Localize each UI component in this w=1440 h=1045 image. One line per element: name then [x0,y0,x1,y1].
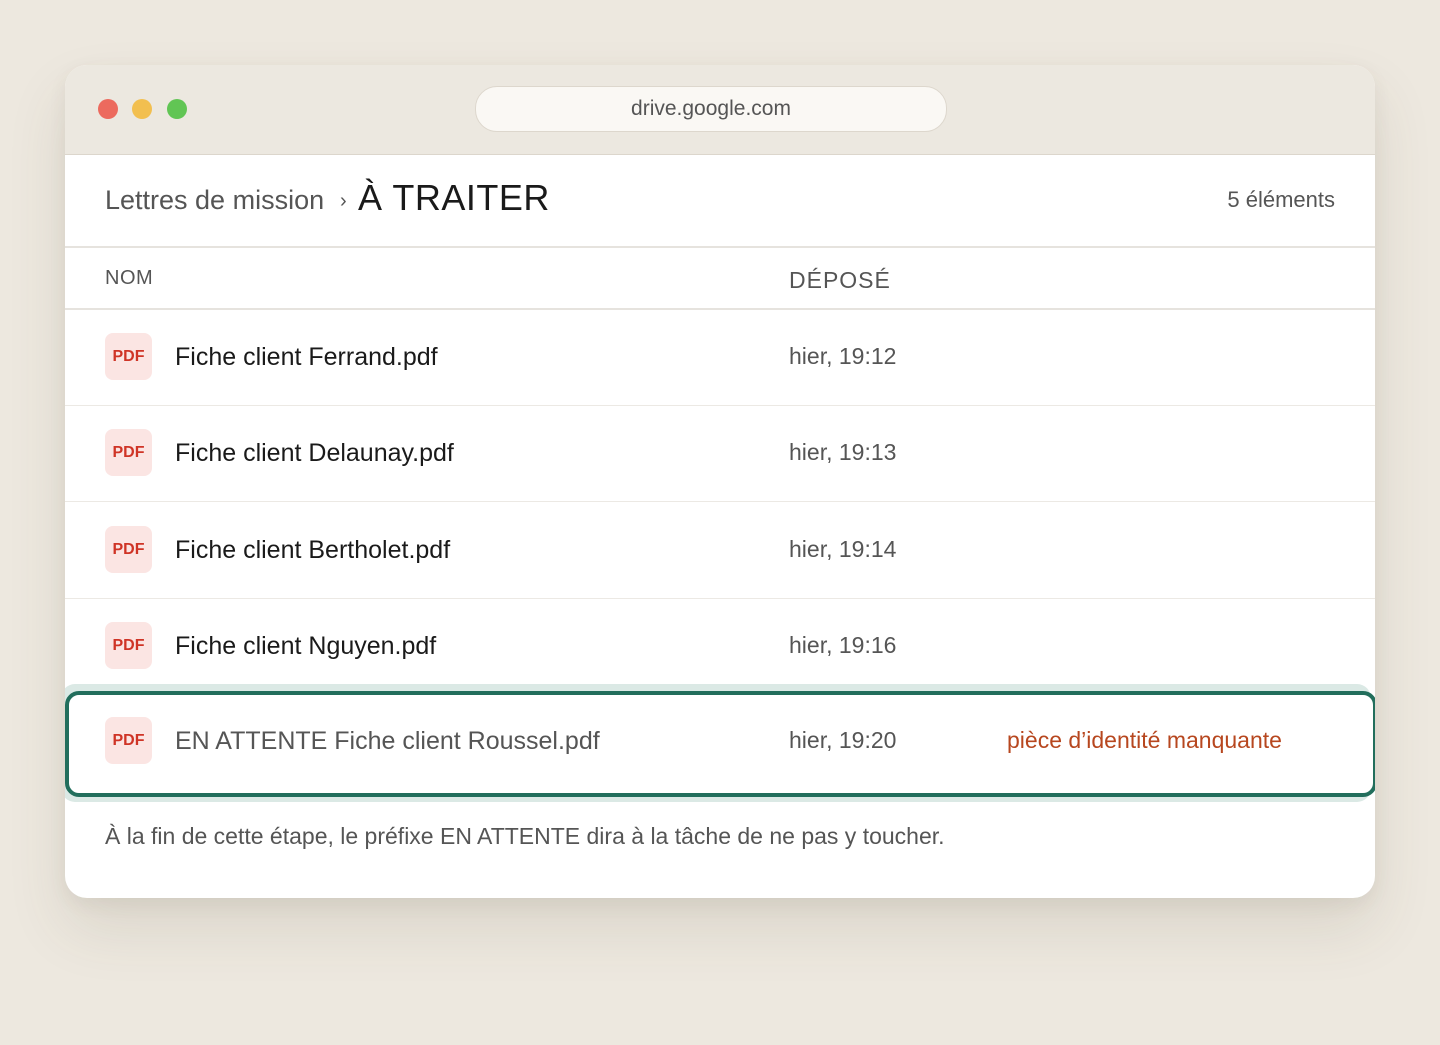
pdf-file-icon: PDF [105,622,152,669]
breadcrumb-separator-icon: › [340,190,347,212]
table-row[interactable]: PDF Fiche client Delaunay.pdf hier, 19:1… [65,405,1375,502]
maximize-window-button[interactable] [167,99,187,119]
column-header-date[interactable]: DÉPOSÉ [789,267,891,294]
browser-titlebar: drive.google.com [65,65,1375,155]
breadcrumb-parent[interactable]: Lettres de mission [105,185,324,216]
item-count: 5 éléments [1227,187,1335,212]
highlighted-table-row[interactable]: PDF EN ATTENTE Fiche client Roussel.pdf … [65,691,1375,797]
file-name[interactable]: Fiche client Nguyen.pdf [175,632,436,661]
file-name[interactable]: Fiche client Delaunay.pdf [175,439,454,468]
close-window-button[interactable] [98,99,118,119]
pdf-file-icon: PDF [105,333,152,380]
column-header-name[interactable]: NOM [105,267,153,290]
footer-caption: À la fin de cette étape, le préfixe EN A… [105,823,945,849]
table-row[interactable]: PDF Fiche client Nguyen.pdf hier, 19:16 [65,598,1375,694]
pdf-file-icon: PDF [105,526,152,573]
address-bar[interactable]: drive.google.com [475,86,947,132]
file-name[interactable]: Fiche client Bertholet.pdf [175,536,450,565]
minimize-window-button[interactable] [132,99,152,119]
file-date: hier, 19:14 [789,536,897,562]
pdf-file-icon: PDF [105,717,152,764]
page-title: À TRAITER [358,177,550,218]
table-row[interactable]: PDF Fiche client Ferrand.pdf hier, 19:12 [65,309,1375,406]
table-row[interactable]: PDF Fiche client Bertholet.pdf hier, 19:… [65,502,1375,599]
file-date: hier, 19:20 [789,727,897,753]
file-date: hier, 19:16 [789,632,897,658]
table-header: NOM DÉPOSÉ [65,248,1375,310]
file-name[interactable]: Fiche client Ferrand.pdf [175,343,438,372]
file-name[interactable]: EN ATTENTE Fiche client Roussel.pdf [175,727,600,756]
folder-header: Lettres de mission › À TRAITER 5 élément… [65,155,1375,248]
file-date: hier, 19:12 [789,343,897,369]
file-date: hier, 19:13 [789,439,897,465]
missing-document-note: pièce d’identité manquante [1007,727,1282,753]
browser-window: drive.google.com Lettres de mission › À … [65,65,1375,898]
pdf-file-icon: PDF [105,429,152,476]
